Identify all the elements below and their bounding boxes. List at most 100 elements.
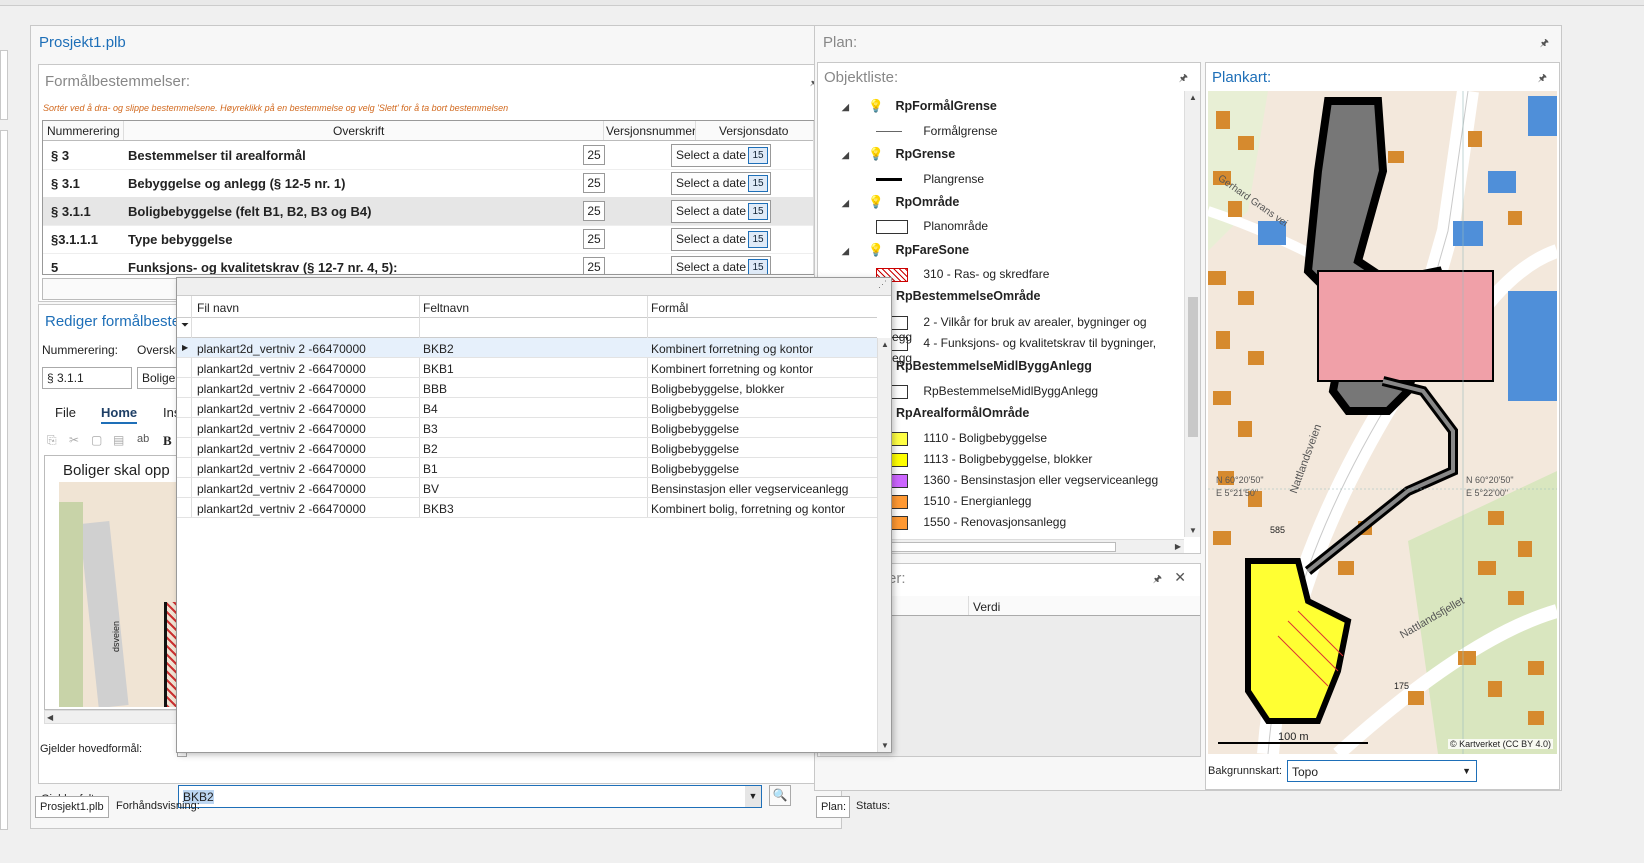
- col-versjonsdato[interactable]: Versjonsdato: [719, 124, 788, 138]
- calendar-icon[interactable]: 15: [748, 203, 768, 220]
- table-row[interactable]: § 3.1 Bebyggelse og anlegg (§ 12-5 nr. 1…: [43, 169, 813, 198]
- map-copyright: © Kartverket (CC BY 4.0): [1448, 739, 1553, 749]
- tab-prosjekt[interactable]: Prosjekt1.plb: [35, 796, 109, 818]
- version-field[interactable]: 25: [583, 229, 605, 249]
- col-overskrift[interactable]: Overskrift: [333, 124, 384, 138]
- map-canvas[interactable]: Gerhard Grans vei Nattlandsveien Nattlan…: [1208, 91, 1557, 754]
- tree-item[interactable]: 1110 - Boligbebyggelse: [876, 431, 1047, 446]
- tree-item[interactable]: 310 - Ras- og skredfare: [876, 267, 1049, 282]
- row-num: 5: [51, 260, 59, 275]
- scroll-thumb[interactable]: [1188, 297, 1198, 437]
- thin-line-icon: [876, 131, 902, 133]
- calendar-icon[interactable]: 15: [748, 231, 768, 248]
- scroll-up-icon[interactable]: ▲: [881, 340, 889, 349]
- tree-item[interactable]: 1510 - Energianlegg: [876, 494, 1031, 509]
- scroll-down-icon[interactable]: ▼: [881, 741, 889, 750]
- row-indicator-icon: ▶: [182, 343, 189, 352]
- collapse-icon[interactable]: ◢: [842, 150, 849, 160]
- list-item[interactable]: plankart2d_vertniv 2 -66470000 B1 Boligb…: [177, 458, 877, 478]
- objekt-vscroll[interactable]: ▲ ▼: [1184, 91, 1200, 537]
- collapse-icon[interactable]: ◢: [842, 102, 849, 112]
- bg-select[interactable]: Topo ▼: [1287, 760, 1477, 782]
- col-versjonsnummer[interactable]: Versjonsnummer: [606, 124, 696, 138]
- version-field[interactable]: 25: [583, 145, 605, 165]
- close-icon[interactable]: ✕: [1174, 569, 1186, 586]
- tree-item[interactable]: Planområde: [876, 219, 988, 234]
- doc-hscroll[interactable]: ◀: [44, 710, 184, 724]
- tree-group[interactable]: RpBestemmelseOmråde: [896, 289, 1041, 303]
- map-label-height: 175: [1394, 681, 1410, 691]
- version-field[interactable]: 25: [583, 201, 605, 221]
- date-picker[interactable]: Select a date 15: [671, 256, 771, 274]
- list-item[interactable]: plankart2d_vertniv 2 -66470000 BKB1 Komb…: [177, 358, 877, 378]
- bold-button[interactable]: B: [163, 433, 172, 449]
- list-item[interactable]: plankart2d_vertniv 2 -66470000 B2 Boligb…: [177, 438, 877, 458]
- list-item[interactable]: plankart2d_vertniv 2 -66470000 B3 Boligb…: [177, 418, 877, 438]
- felt-popup: ⋰ Fil navn Feltnavn Formål ⏷ ▶ plankart2…: [176, 277, 892, 753]
- collapse-icon[interactable]: ◢: [842, 198, 849, 208]
- tree-group[interactable]: RpArealformålOmråde: [896, 406, 1029, 420]
- version-field[interactable]: 25: [583, 257, 605, 274]
- cell-formal: Kombinert forretning og kontor: [651, 342, 814, 356]
- row-title: Bebyggelse og anlegg (§ 12-5 nr. 1): [128, 176, 346, 191]
- pin-icon[interactable]: 🖈: [1179, 71, 1188, 88]
- pin-icon[interactable]: 🖈: [1153, 572, 1162, 589]
- date-picker[interactable]: Select a date 15: [671, 172, 771, 195]
- tab-forhandsvisning[interactable]: Forhåndsvisning:: [112, 796, 202, 818]
- scroll-up-icon[interactable]: ▲: [1189, 93, 1197, 102]
- list-item[interactable]: plankart2d_vertniv 2 -66470000 BV Bensin…: [177, 478, 877, 498]
- clipboard-icon[interactable]: ▤: [113, 433, 124, 447]
- tree-item[interactable]: Formålgrense: [876, 124, 997, 138]
- search-map-button[interactable]: 🔍: [769, 785, 791, 806]
- chevron-down-icon[interactable]: ▼: [745, 786, 761, 807]
- list-item[interactable]: plankart2d_vertniv 2 -66470000 BKB3 Komb…: [177, 498, 877, 518]
- ribbon-tab-file[interactable]: File: [55, 405, 76, 420]
- date-picker[interactable]: Select a date 15: [671, 228, 771, 251]
- tree-group[interactable]: RpBestemmelseMidlByggAnlegg: [896, 359, 1092, 373]
- scroll-left-icon[interactable]: ◀: [47, 713, 53, 722]
- table-row[interactable]: § 3 Bestemmelser til arealformål 25 Sele…: [43, 141, 813, 170]
- tree-group[interactable]: ◢ 💡 RpOmråde: [842, 195, 959, 210]
- cut-icon[interactable]: ✂: [69, 433, 79, 447]
- scroll-thumb[interactable]: [881, 542, 1116, 552]
- paste-icon[interactable]: ▢: [91, 433, 102, 447]
- list-item[interactable]: plankart2d_vertniv 2 -66470000 BBB Bolig…: [177, 378, 877, 398]
- tree-group[interactable]: ◢ 💡 RpFormålGrense: [842, 99, 997, 114]
- col-nummerering[interactable]: Nummerering: [47, 124, 120, 138]
- pin-icon[interactable]: 🖈: [1540, 36, 1549, 53]
- date-picker[interactable]: Select a date 15: [671, 144, 771, 167]
- map-svg: [1208, 91, 1557, 754]
- copy-icon[interactable]: ⎘: [47, 433, 57, 448]
- spellcheck-icon[interactable]: ab: [137, 433, 149, 445]
- tree-group[interactable]: ◢ 💡 RpFareSone: [842, 243, 969, 258]
- tree-item[interactable]: 1113 - Boligbebyggelse, blokker: [876, 452, 1092, 467]
- tree-item[interactable]: 1360 - Bensinstasjon eller vegserviceanl…: [876, 473, 1158, 488]
- tree-item[interactable]: Plangrense: [876, 172, 984, 186]
- date-picker[interactable]: Select a date 15: [671, 200, 771, 223]
- list-item-selected[interactable]: ▶ plankart2d_vertniv 2 -66470000 BKB2 Ko…: [177, 338, 877, 358]
- table-row[interactable]: §3.1.1.1 Type bebyggelse 25 Select a dat…: [43, 225, 813, 254]
- collapse-icon[interactable]: ◢: [842, 246, 849, 256]
- resize-grip-icon[interactable]: ⋰: [878, 279, 887, 290]
- table-row-selected[interactable]: § 3.1.1 Boligbebyggelse (felt B1, B2, B3…: [43, 197, 813, 226]
- num-field[interactable]: § 3.1.1: [42, 367, 132, 389]
- version-field[interactable]: 25: [583, 173, 605, 193]
- ribbon-tab-home[interactable]: Home: [101, 405, 138, 424]
- table-row[interactable]: 5 Funksjons- og kvalitetskrav (§ 12-7 nr…: [43, 253, 813, 275]
- tree-group[interactable]: ◢ 💡 RpGrense: [842, 147, 955, 162]
- scroll-right-icon[interactable]: ▶: [1175, 542, 1181, 551]
- tab-plan[interactable]: Plan:: [816, 796, 850, 818]
- chevron-down-icon[interactable]: ▼: [1462, 766, 1471, 776]
- tree-item[interactable]: 1550 - Renovasjonsanlegg: [876, 515, 1066, 530]
- list-item[interactable]: plankart2d_vertniv 2 -66470000 B4 Boligb…: [177, 398, 877, 418]
- tree-item[interactable]: RpBestemmelseMidlByggAnlegg: [876, 384, 1098, 399]
- calendar-icon[interactable]: 15: [748, 259, 768, 274]
- scroll-down-icon[interactable]: ▼: [1189, 526, 1197, 535]
- popup-vscroll[interactable]: ▲ ▼: [877, 338, 891, 752]
- document-area[interactable]: Boliger skal opp dsveien: [44, 455, 184, 710]
- pin-icon[interactable]: 🖈: [1538, 71, 1547, 88]
- felt-combobox[interactable]: BKB2 ▼: [178, 785, 762, 808]
- calendar-icon[interactable]: 15: [748, 175, 768, 192]
- tab-status[interactable]: Status:: [852, 796, 912, 818]
- calendar-icon[interactable]: 15: [748, 147, 768, 164]
